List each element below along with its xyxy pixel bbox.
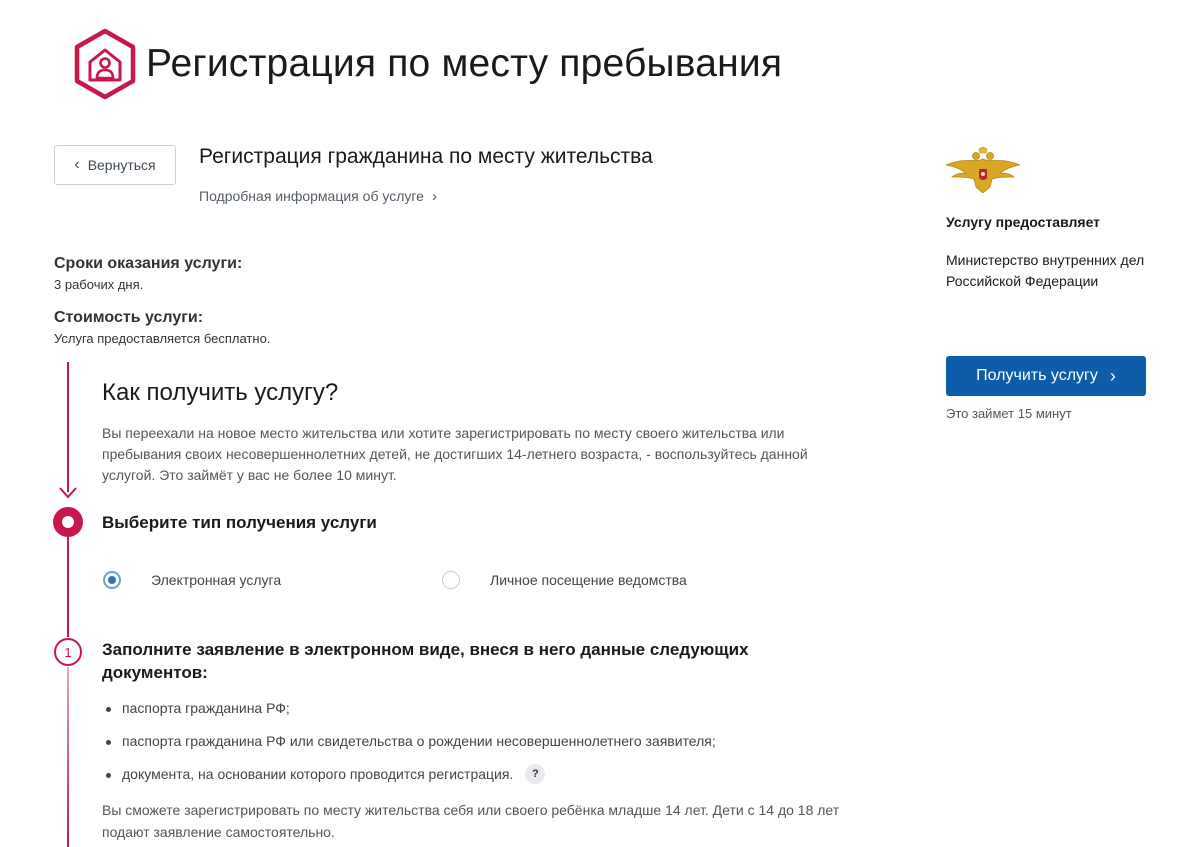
back-button-label: Вернуться: [87, 157, 156, 173]
how-to-title: Как получить услугу?: [102, 379, 339, 406]
terms-value: 3 рабочих дня.: [54, 277, 144, 292]
age-note: Вы сможете зарегистрировать по месту жит…: [102, 802, 840, 840]
list-item-text: паспорта гражданина РФ;: [122, 700, 290, 716]
list-item: паспорта гражданина РФ или свидетельства…: [102, 733, 802, 766]
chevron-right-icon: ›: [1109, 366, 1116, 386]
timeline-line: [67, 537, 69, 637]
step-type-title: Выберите тип получения услуги: [102, 513, 377, 532]
timeline-line: [67, 362, 69, 492]
timeline-line: [67, 667, 69, 847]
service-info-link[interactable]: Подробная информация об услуге ›: [199, 188, 437, 205]
step-fill-title: Заполните заявление в электронном виде, …: [102, 640, 749, 682]
time-estimate: Это займет 15 минут: [946, 406, 1072, 421]
cost-value: Услуга предоставляется бесплатно.: [54, 331, 271, 346]
double-headed-eagle-emblem-icon: [946, 147, 1020, 193]
provider-name: Министерство внутренних дел Российской Ф…: [946, 252, 1145, 289]
terms-label: Сроки оказания услуги:: [54, 255, 243, 272]
service-title: Регистрация гражданина по месту жительст…: [199, 145, 653, 168]
current-step-marker: [53, 507, 83, 537]
how-to-description: Вы переехали на новое место жительства и…: [102, 425, 808, 483]
list-item-text: документа, на основании которого проводи…: [122, 766, 514, 782]
list-item: документа, на основании которого проводи…: [102, 764, 802, 799]
radio-electronic-service[interactable]: [103, 571, 121, 589]
cost-label: Стоимость услуги:: [54, 309, 204, 326]
radio-personal-visit-label[interactable]: Личное посещение ведомства: [490, 572, 687, 588]
step-number-badge: 1: [54, 638, 82, 666]
list-item: паспорта гражданина РФ;: [102, 700, 802, 733]
help-icon[interactable]: ?: [525, 764, 546, 784]
get-service-button[interactable]: Получить услугу ›: [946, 356, 1146, 396]
provider-heading: Услугу предоставляет: [946, 214, 1101, 230]
house-person-icon: [74, 28, 136, 100]
chevron-left-icon: ‹: [74, 156, 80, 173]
document-list: паспорта гражданина РФ; паспорта граждан…: [102, 700, 802, 799]
get-service-button-label: Получить услугу: [976, 367, 1098, 384]
back-button[interactable]: ‹ Вернуться: [54, 145, 176, 185]
page-title: Регистрация по месту пребывания: [146, 42, 783, 85]
service-info-link-label: Подробная информация об услуге: [199, 188, 424, 204]
radio-personal-visit[interactable]: [442, 571, 460, 589]
chevron-right-icon: ›: [431, 188, 437, 205]
list-item-text: паспорта гражданина РФ или свидетельства…: [122, 733, 716, 749]
radio-electronic-service-label[interactable]: Электронная услуга: [151, 572, 281, 588]
arrow-down-icon: [59, 487, 77, 499]
